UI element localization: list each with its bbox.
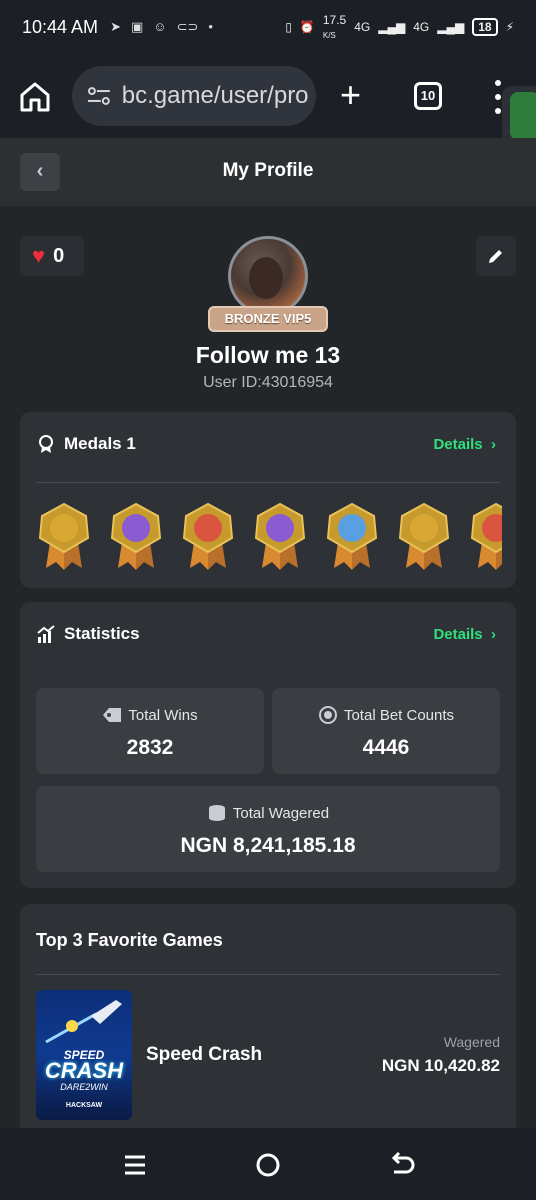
status-bar: 10:44 AM ➤ ▣ ☺ ⊂⊃ • ▯ ⏰ 17.5 K/S 4G ▂▄▆ 4… <box>0 0 536 54</box>
thumb-line3: DARE2WIN <box>60 1082 108 1092</box>
wagered-value: NGN 10,420.82 <box>381 1056 500 1075</box>
medal-coin[interactable] <box>396 502 452 572</box>
heart-icon: ♥ <box>32 243 46 268</box>
recents-icon[interactable] <box>120 1150 150 1180</box>
total-bets-label: Total Bet Counts <box>343 706 455 724</box>
wins-tag-icon <box>103 708 122 722</box>
statistics-icon <box>37 625 55 643</box>
net-speed: 17.5 K/S <box>322 13 347 40</box>
wagered-label: Wagered <box>443 1034 500 1050</box>
total-wins-value: 2832 <box>126 736 174 759</box>
tab-switcher-button[interactable]: 10 <box>414 82 442 110</box>
username: Follow me 13 <box>195 342 341 368</box>
system-nav-bar <box>0 1128 536 1200</box>
coins-stack-icon <box>208 805 225 821</box>
medals-details-link[interactable]: Details › <box>433 436 496 453</box>
status-right: ▯ ⏰ 17.5 K/S 4G ▂▄▆ 4G ▂▄▆ 18 ⚡ <box>285 13 514 41</box>
rocket-icon <box>45 1000 122 1044</box>
medal-char[interactable] <box>468 502 502 572</box>
medal-heart[interactable] <box>180 502 236 572</box>
total-bets-value: 4446 <box>362 736 410 759</box>
battery-indicator: 18 <box>472 18 498 36</box>
medal-icon <box>39 435 53 453</box>
signal-2: 4G <box>413 20 430 34</box>
pencil-icon <box>489 250 502 263</box>
total-wins-box: Total Wins 2832 <box>36 688 264 774</box>
total-wagered-label: Total Wagered <box>232 804 330 822</box>
home-icon[interactable] <box>18 80 52 114</box>
avatar[interactable] <box>228 236 308 316</box>
chip-icon <box>318 706 337 724</box>
app-icon: ▣ <box>130 19 144 34</box>
medal-steering[interactable] <box>36 502 92 572</box>
total-bets-box: Total Bet Counts 4446 <box>272 688 500 774</box>
total-wagered-value: NGN 8,241,185.18 <box>180 834 356 857</box>
divider <box>36 482 500 483</box>
charging-icon: ⚡ <box>505 20 514 34</box>
divider <box>36 974 500 975</box>
notification-icons: ➤ ▣ ☺ ⊂⊃ • <box>110 19 213 35</box>
game-name[interactable]: Speed Crash <box>146 1044 262 1066</box>
statistics-details-link[interactable]: Details › <box>433 626 496 643</box>
medals-title: Medals 1 <box>64 434 136 453</box>
likes-count: 0 <box>53 244 65 267</box>
likes-button[interactable]: ♥ 0 <box>20 236 84 276</box>
medal-chat[interactable] <box>108 502 164 572</box>
favorite-games-card: Top 3 Favorite Games SPEED CRASH DARE2WI… <box>20 904 516 1128</box>
vip-badge: BRONZE VIP5 <box>208 306 328 332</box>
medals-card: Medals 1 Details › <box>20 412 516 588</box>
chat-widget-button[interactable] <box>510 92 536 140</box>
favorite-games-title: Top 3 Favorite Games <box>36 930 223 950</box>
status-time: 10:44 AM <box>22 16 99 37</box>
statistics-card: Statistics Details › Total Wins 2832 Tot… <box>20 602 516 888</box>
medal-wallet[interactable] <box>252 502 308 572</box>
edit-profile-button[interactable] <box>476 236 516 276</box>
thumb-line2: CRASH <box>44 1058 124 1083</box>
site-settings-icon[interactable] <box>86 83 112 109</box>
avatar-image <box>249 257 283 299</box>
url-text[interactable]: bc.game/user/pro <box>122 82 316 110</box>
page-header: ‹ My Profile <box>0 138 536 206</box>
total-wagered-box: Total Wagered NGN 8,241,185.18 <box>36 786 500 872</box>
back-arrow-icon[interactable] <box>386 1150 416 1180</box>
total-wins-label: Total Wins <box>128 706 198 724</box>
signal-icon: ▂▄▆ <box>378 20 406 34</box>
statistics-title: Statistics <box>64 624 140 643</box>
profile-page: ‹ My Profile ♥ 0 BRONZE VIP5 Follow me 1… <box>0 138 536 1128</box>
medal-thumbs-up[interactable] <box>324 502 380 572</box>
user-id: User ID:43016954 <box>203 374 333 391</box>
medals-header: Medals 1 <box>36 434 136 454</box>
link-icon: ⊂⊃ <box>176 19 199 34</box>
thumb-line4: HACKSAW <box>65 1102 103 1109</box>
game-thumbnail[interactable]: SPEED CRASH DARE2WIN HACKSAW <box>36 990 132 1120</box>
browser-toolbar: bc.game/user/pro + 10 <box>0 54 536 138</box>
browser-menu-button[interactable] <box>494 80 502 114</box>
signal-1: 4G <box>354 20 371 34</box>
address-bar[interactable]: bc.game/user/pro <box>72 66 316 126</box>
signal-icon: ▂▄▆ <box>437 20 465 34</box>
dot-icon: • <box>208 19 213 34</box>
alarm-icon: ⏰ <box>299 20 315 34</box>
snapchat-icon: ☺ <box>153 19 167 34</box>
page-title: My Profile <box>222 160 314 181</box>
new-tab-button[interactable]: + <box>340 77 361 113</box>
home-circle-icon[interactable] <box>253 1150 283 1180</box>
medals-list <box>36 502 502 574</box>
telegram-icon: ➤ <box>110 19 121 34</box>
statistics-header: Statistics <box>36 624 140 644</box>
vibrate-icon: ▯ <box>285 20 292 34</box>
